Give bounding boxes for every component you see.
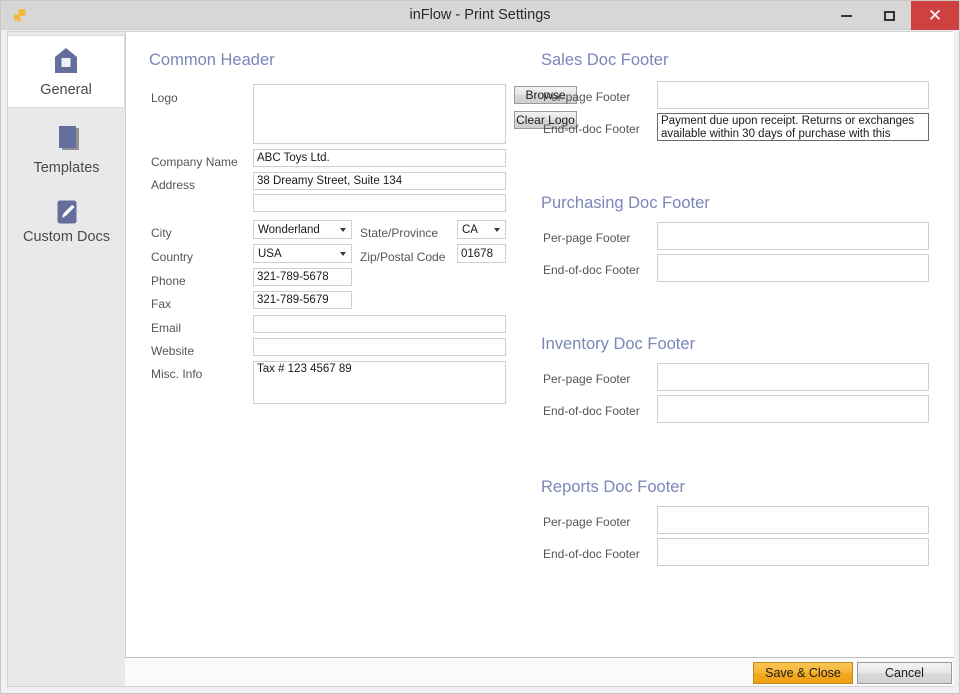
reports-doc-footer-title: Reports Doc Footer <box>541 478 685 496</box>
city-label: City <box>151 226 172 240</box>
sales-end-of-doc-footer-textarea[interactable]: Payment due upon receipt. Returns or exc… <box>657 113 929 141</box>
close-icon: ✕ <box>927 6 943 25</box>
end-of-doc-footer-label: End-of-doc Footer <box>543 404 640 418</box>
state-province-label: State/Province <box>360 226 439 240</box>
sales-doc-footer-title: Sales Doc Footer <box>541 51 669 69</box>
print-settings-window: inFlow - Print Settings ✕ General Templa… <box>0 0 960 694</box>
sidebar-item-custom-docs[interactable]: Custom Docs <box>8 191 125 254</box>
save-and-close-button[interactable]: Save & Close <box>753 662 853 684</box>
inventory-per-page-footer-textarea[interactable] <box>657 363 929 391</box>
logo-preview-box[interactable] <box>253 84 506 144</box>
pencil-icon <box>8 199 125 225</box>
chevron-down-icon <box>335 227 351 232</box>
website-label: Website <box>151 344 195 358</box>
purchasing-doc-footer-title: Purchasing Doc Footer <box>541 194 710 212</box>
reports-end-of-doc-footer-textarea[interactable] <box>657 538 929 566</box>
sidebar-item-templates[interactable]: Templates <box>8 114 125 185</box>
maximize-icon <box>884 10 895 21</box>
state-province-dropdown[interactable]: CA <box>457 220 506 239</box>
purchasing-end-of-doc-footer-textarea[interactable] <box>657 254 929 282</box>
dialog-body: General Templates Custom Docs Common Hea… <box>7 31 954 687</box>
common-header-title: Common Header <box>149 51 275 69</box>
website-input[interactable] <box>253 338 506 356</box>
per-page-footer-label: Per-page Footer <box>543 231 631 245</box>
phone-label: Phone <box>151 274 186 288</box>
sales-per-page-footer-textarea[interactable] <box>657 81 929 109</box>
fax-input[interactable] <box>253 291 352 309</box>
phone-input[interactable] <box>253 268 352 286</box>
zip-postal-code-input[interactable] <box>457 244 506 263</box>
sidebar: General Templates Custom Docs <box>8 32 125 686</box>
purchasing-per-page-footer-textarea[interactable] <box>657 222 929 250</box>
company-name-label: Company Name <box>151 155 238 169</box>
address-line1-input[interactable] <box>253 172 506 190</box>
maximize-button[interactable] <box>868 1 911 30</box>
minimize-icon <box>841 14 852 17</box>
per-page-footer-label: Per-page Footer <box>543 372 631 386</box>
sidebar-item-label: Custom Docs <box>22 229 111 245</box>
window-title: inFlow - Print Settings <box>409 7 551 23</box>
country-value: USA <box>258 247 282 260</box>
misc-info-textarea[interactable]: Tax # 123 4567 89 <box>253 361 506 404</box>
address-label: Address <box>151 178 196 192</box>
window-controls: ✕ <box>825 1 959 30</box>
zip-postal-code-label: Zip/Postal Code <box>360 250 446 264</box>
city-value: Wonderland <box>258 223 320 236</box>
end-of-doc-footer-label: End-of-doc Footer <box>543 122 640 136</box>
country-dropdown[interactable]: USA <box>253 244 352 263</box>
email-input[interactable] <box>253 315 506 333</box>
per-page-footer-label: Per-page Footer <box>543 515 631 529</box>
country-label: Country <box>151 250 194 264</box>
address-line2-input[interactable] <box>253 194 506 212</box>
title-bar: inFlow - Print Settings ✕ <box>1 1 959 30</box>
sidebar-item-label: General <box>40 82 92 98</box>
email-label: Email <box>151 321 182 335</box>
sidebar-item-label: Templates <box>33 160 100 176</box>
sidebar-item-general[interactable]: General <box>8 35 125 108</box>
logo-label: Logo <box>151 91 178 105</box>
state-province-value: CA <box>462 223 478 236</box>
settings-content-panel: Common Header Logo Browse Clear Logo Com… <box>125 32 954 658</box>
inventory-doc-footer-title: Inventory Doc Footer <box>541 335 696 353</box>
cancel-button[interactable]: Cancel <box>857 662 952 684</box>
chevron-down-icon <box>489 227 505 232</box>
company-name-input[interactable] <box>253 149 506 167</box>
per-page-footer-label: Per-page Footer <box>543 90 631 104</box>
minimize-button[interactable] <box>825 1 868 30</box>
end-of-doc-footer-label: End-of-doc Footer <box>543 547 640 561</box>
close-button[interactable]: ✕ <box>911 1 959 30</box>
home-icon <box>8 44 124 78</box>
end-of-doc-footer-label: End-of-doc Footer <box>543 263 640 277</box>
misc-info-label: Misc. Info <box>151 367 203 381</box>
reports-per-page-footer-textarea[interactable] <box>657 506 929 534</box>
pages-icon <box>8 122 125 156</box>
fax-label: Fax <box>151 297 172 311</box>
city-dropdown[interactable]: Wonderland <box>253 220 352 239</box>
inventory-end-of-doc-footer-textarea[interactable] <box>657 395 929 423</box>
chevron-down-icon <box>335 251 351 256</box>
